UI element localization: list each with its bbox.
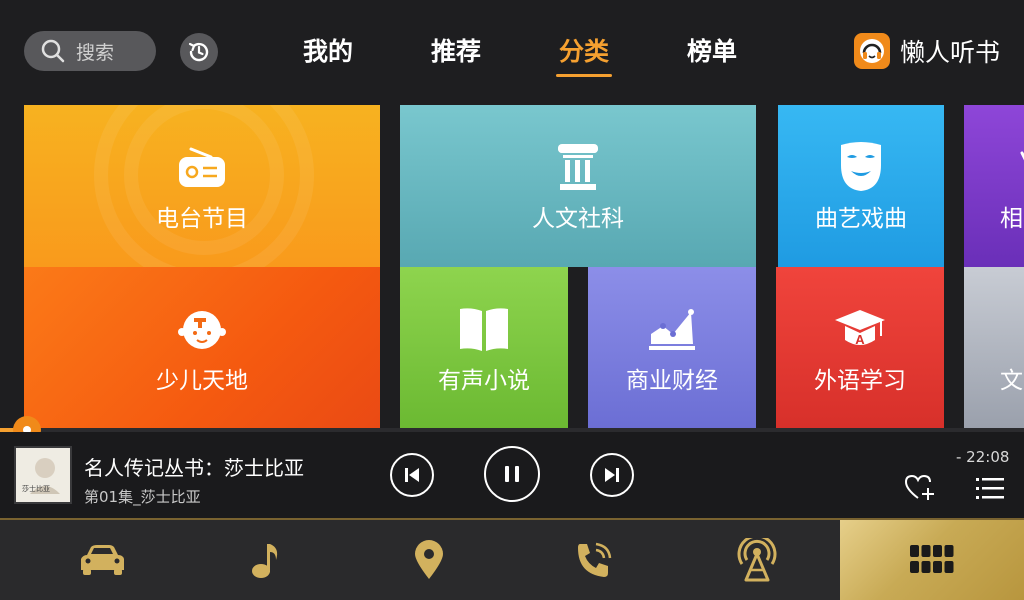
track-title: 名人传记丛书：莎士比亚 xyxy=(84,456,304,480)
car-icon xyxy=(81,545,124,575)
next-button[interactable] xyxy=(590,453,634,497)
album-cover[interactable]: 莎士比亚 xyxy=(14,446,72,504)
playlist-button[interactable] xyxy=(976,476,1004,504)
kid-face-icon xyxy=(177,301,227,357)
category-label: 文 xyxy=(1000,368,1023,394)
nav-location[interactable] xyxy=(345,520,513,600)
history-clock-icon xyxy=(188,42,209,62)
cover-caption: 莎士比亚 xyxy=(22,485,50,493)
tab-ranking[interactable]: 榜单 xyxy=(648,30,776,80)
brand: 懒人听书 xyxy=(854,33,1000,69)
category-tile-opera[interactable]: 曲艺戏曲 xyxy=(778,105,944,267)
brand-name: 懒人听书 xyxy=(900,38,1001,67)
mask-icon xyxy=(839,139,883,195)
broadcast-icon xyxy=(737,538,777,582)
main-tabs: 我的 推荐 分类 榜单 xyxy=(264,30,776,80)
category-tile-kids[interactable]: 少儿天地 xyxy=(24,267,380,429)
shakespeare-portrait-icon xyxy=(16,448,70,502)
skip-next-icon xyxy=(605,468,619,482)
music-note-icon xyxy=(252,544,278,578)
phone-icon xyxy=(578,542,612,577)
grad-cap-icon: A xyxy=(833,301,887,357)
mini-player: 莎士比亚 名人传记丛书：莎士比亚 第01集_莎士比亚 - 22:08 xyxy=(0,432,1024,518)
nav-apps[interactable] xyxy=(840,520,1024,600)
category-label: 相 xyxy=(1000,206,1023,232)
category-label: 外语学习 xyxy=(814,368,906,394)
search-placeholder: 搜索 xyxy=(76,41,115,64)
category-tile-humanities[interactable]: 人文社科 xyxy=(400,105,756,267)
nav-broadcast[interactable] xyxy=(673,520,841,600)
category-tile-business[interactable]: 商业财经 xyxy=(588,267,756,429)
category-tile-partial[interactable]: 相 xyxy=(964,105,1024,267)
chart-icon xyxy=(647,301,697,357)
skip-previous-icon xyxy=(405,468,419,482)
nav-car[interactable] xyxy=(18,520,186,600)
pause-icon xyxy=(505,466,519,482)
nav-music[interactable] xyxy=(183,520,351,600)
history-button[interactable] xyxy=(180,33,218,71)
episode-name: 第01集_莎士比亚 xyxy=(84,488,201,506)
pause-button[interactable] xyxy=(484,446,540,502)
bottom-nav xyxy=(0,518,1024,600)
nav-phone[interactable] xyxy=(510,520,678,600)
category-label: 商业财经 xyxy=(626,368,718,394)
category-label: 曲艺戏曲 xyxy=(815,206,907,232)
heart-add-icon xyxy=(904,474,934,500)
category-tile-audio-novel[interactable]: 有声小说 xyxy=(400,267,568,429)
svg-text:A: A xyxy=(855,332,865,347)
category-label: 少儿天地 xyxy=(156,368,248,394)
partial-icon xyxy=(1000,139,1024,195)
category-tile-partial-2[interactable]: 文 xyxy=(964,267,1024,429)
tab-mine[interactable]: 我的 xyxy=(264,30,392,80)
search-box[interactable]: 搜索 xyxy=(24,31,156,71)
previous-button[interactable] xyxy=(390,453,434,497)
book-icon xyxy=(457,301,511,357)
category-label: 人文社科 xyxy=(532,206,624,232)
column-icon xyxy=(555,139,601,195)
tab-category[interactable]: 分类 xyxy=(520,30,648,80)
headphones-logo-icon xyxy=(854,33,890,69)
category-tile-language[interactable]: A 外语学习 xyxy=(776,267,944,429)
category-label: 有声小说 xyxy=(438,368,530,394)
apps-grid-icon xyxy=(910,545,954,573)
tab-recommend[interactable]: 推荐 xyxy=(392,30,520,80)
category-grid: 电台节目 少儿天地 人文社科 有声小说 商业财经 曲艺戏曲 A 外语学习 相 文 xyxy=(0,105,1024,429)
ring-decoration xyxy=(94,105,314,267)
playlist-icon xyxy=(976,478,1004,499)
favorite-button[interactable] xyxy=(904,474,936,506)
top-bar: 搜索 我的 推荐 分类 榜单 懒人听书 xyxy=(0,0,1024,100)
location-pin-icon xyxy=(415,540,443,579)
remaining-time: - 22:08 xyxy=(956,448,1010,466)
category-tile-radio[interactable]: 电台节目 xyxy=(24,105,380,267)
search-icon xyxy=(41,39,65,63)
